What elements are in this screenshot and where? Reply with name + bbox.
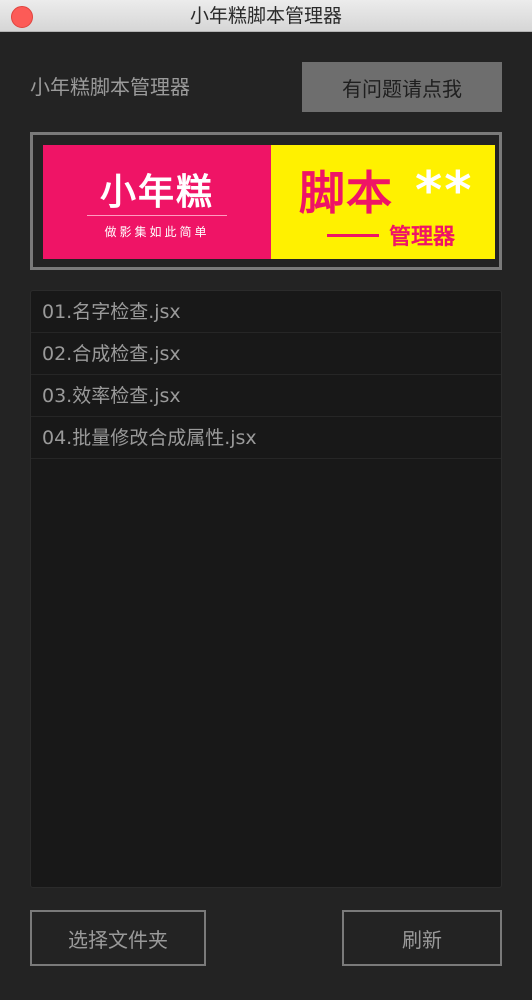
banner-brand-slogan: 做影集如此简单: [104, 225, 210, 239]
window-title: 小年糕脚本管理器: [189, 5, 342, 27]
banner-script-title: 脚本: [299, 166, 393, 220]
list-item[interactable]: 03.效率检查.jsx: [31, 375, 501, 417]
app-title: 小年糕脚本管理器: [30, 75, 190, 99]
banner: 小年糕 做影集如此简单 脚本 ** 管理器: [30, 132, 502, 270]
banner-divider: [87, 215, 227, 216]
title-bar[interactable]: 小年糕脚本管理器: [0, 0, 532, 32]
list-item[interactable]: 04.批量修改合成属性.jsx: [31, 417, 501, 459]
list-item[interactable]: 02.合成检查.jsx: [31, 333, 501, 375]
script-manager-window: 小年糕脚本管理器 小年糕脚本管理器 有问题请点我 小年糕 做影集如此简单 脚本 …: [0, 0, 532, 1000]
banner-manager-subtitle: 管理器: [389, 225, 456, 250]
help-button[interactable]: 有问题请点我: [302, 62, 502, 112]
banner-stars: **: [415, 161, 474, 221]
choose-folder-button[interactable]: 选择文件夹: [30, 910, 206, 966]
list-item[interactable]: 01.名字检查.jsx: [31, 291, 501, 333]
banner-left-panel: 小年糕 做影集如此简单: [43, 145, 271, 259]
refresh-button[interactable]: 刷新: [342, 910, 502, 966]
banner-dash: [327, 234, 379, 237]
banner-right-panel: 脚本 ** 管理器: [271, 145, 495, 259]
script-list[interactable]: 01.名字检查.jsx 02.合成检查.jsx 03.效率检查.jsx 04.批…: [30, 290, 502, 888]
banner-brand-title: 小年糕: [99, 172, 214, 213]
